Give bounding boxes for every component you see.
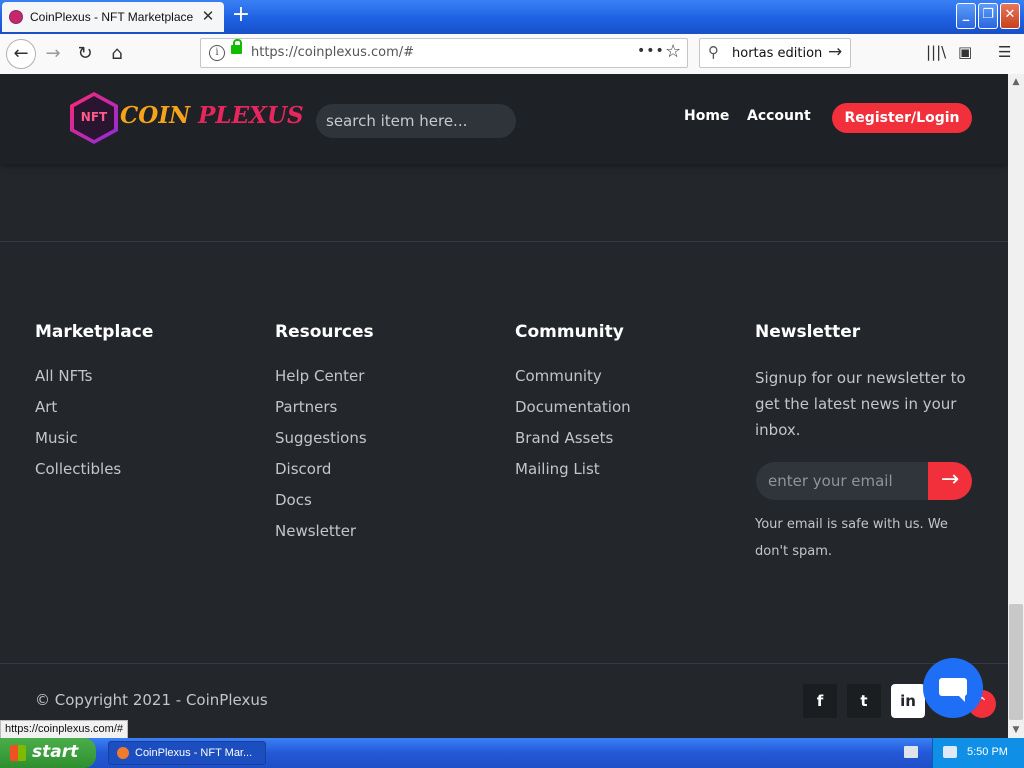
footer-link-collectibles[interactable]: Collectibles <box>35 460 121 478</box>
web-page: NFT COIN PLEXUS Home Account Register/Lo… <box>0 74 1008 738</box>
taskbar-firefox-task[interactable]: CoinPlexus - NFT Mar... <box>108 741 266 765</box>
forward-icon[interactable]: → <box>38 39 68 69</box>
register-login-button[interactable]: Register/Login <box>832 103 972 133</box>
copyright-text: © Copyright 2021 - CoinPlexus <box>35 691 268 709</box>
footer-title-community: Community <box>515 322 624 342</box>
newsletter-email-input[interactable] <box>756 462 930 500</box>
task-label: CoinPlexus - NFT Mar... <box>135 747 253 759</box>
browser-toolbar: ← → ↻ ⌂ i https://coinplexus.com/# ••• ☆… <box>0 34 1024 75</box>
library-icon[interactable]: |||\ <box>926 43 946 61</box>
browser-search-bar[interactable]: ⚲ hortas edition → <box>699 38 851 68</box>
footer-link-partners[interactable]: Partners <box>275 398 337 416</box>
close-tab-icon[interactable]: ✕ <box>200 7 216 25</box>
browser-search-query[interactable]: hortas edition <box>732 46 822 61</box>
site-search-input[interactable] <box>316 104 516 138</box>
back-icon[interactable]: ← <box>6 39 36 69</box>
windows-logo-icon <box>10 745 26 761</box>
logo-part-plexus: PLEXUS <box>198 102 304 129</box>
system-tray: 5:50 PM <box>932 738 1024 768</box>
footer-link-all-nfts[interactable]: All NFTs <box>35 367 92 385</box>
footer-link-mailing-list[interactable]: Mailing List <box>515 460 600 478</box>
minimize-window-button[interactable]: _ <box>956 3 976 29</box>
newsletter-privacy-note: Your email is safe with us. We don't spa… <box>755 517 948 559</box>
start-label: start <box>32 742 79 762</box>
menu-icon[interactable]: ☰ <box>998 43 1011 61</box>
footer-link-music[interactable]: Music <box>35 429 78 447</box>
footer-link-help-center[interactable]: Help Center <box>275 367 364 385</box>
site-header: NFT COIN PLEXUS Home Account Register/Lo… <box>0 74 1008 164</box>
logo-badge-text: NFT <box>80 110 108 124</box>
site-info-icon[interactable]: i <box>209 45 225 61</box>
newsletter-submit-arrow-icon[interactable]: → <box>928 462 972 500</box>
browser-titlebar: CoinPlexus - NFT Marketplace ✕ + _ ❐ ✕ <box>0 0 1024 34</box>
logo-part-coin: COIN <box>120 102 199 129</box>
search-icon: ⚲ <box>708 43 719 61</box>
keyboard-icon[interactable] <box>904 746 918 758</box>
footer-divider-top <box>0 241 1008 242</box>
nav-home-link[interactable]: Home <box>684 108 729 124</box>
footer-link-community[interactable]: Community <box>515 367 602 385</box>
facebook-icon[interactable]: f <box>803 684 837 718</box>
linkedin-icon[interactable]: in <box>891 684 925 718</box>
scroll-up-icon[interactable]: ▲ <box>1008 74 1024 90</box>
address-bar[interactable]: i https://coinplexus.com/# ••• ☆ <box>200 38 688 68</box>
tab-title: CoinPlexus - NFT Marketplace <box>30 10 194 24</box>
nav-account-link[interactable]: Account <box>747 108 811 124</box>
footer-link-documentation[interactable]: Documentation <box>515 398 631 416</box>
sidebar-icon[interactable]: ▣ <box>958 43 972 61</box>
lock-icon <box>231 39 242 54</box>
close-window-button[interactable]: ✕ <box>1000 3 1020 29</box>
chat-bubble-tail <box>957 694 965 702</box>
windows-taskbar: start CoinPlexus - NFT Mar... 5:50 PM <box>0 738 1024 768</box>
site-favicon-icon <box>10 11 22 23</box>
page-scrollbar[interactable]: ▲ ▼ <box>1008 74 1024 738</box>
status-bar-url: https://coinplexus.com/# <box>0 720 129 740</box>
footer-link-newsletter[interactable]: Newsletter <box>275 522 356 540</box>
newsletter-description: Signup for our newsletter to get the lat… <box>755 369 966 439</box>
maximize-window-button[interactable]: ❐ <box>978 3 998 29</box>
chat-widget-button[interactable] <box>923 658 983 718</box>
twitter-icon[interactable]: t <box>847 684 881 718</box>
new-tab-button[interactable]: + <box>230 2 252 30</box>
footer-divider-bottom <box>0 663 1008 664</box>
footer-title-newsletter: Newsletter <box>755 322 861 342</box>
footer-link-discord[interactable]: Discord <box>275 460 331 478</box>
scrollbar-thumb[interactable] <box>1009 604 1023 720</box>
scroll-down-icon[interactable]: ▼ <box>1008 722 1024 738</box>
url-text[interactable]: https://coinplexus.com/# <box>251 45 414 60</box>
footer-link-art[interactable]: Art <box>35 398 57 416</box>
reload-icon[interactable]: ↻ <box>70 39 100 69</box>
clock: 5:50 PM <box>967 746 1008 758</box>
footer-link-docs[interactable]: Docs <box>275 491 312 509</box>
firefox-icon <box>117 747 129 759</box>
footer-link-brand-assets[interactable]: Brand Assets <box>515 429 613 447</box>
browser-tab[interactable]: CoinPlexus - NFT Marketplace ✕ <box>2 2 224 32</box>
start-button[interactable]: start <box>0 738 96 768</box>
logo-wordmark[interactable]: COIN PLEXUS <box>120 102 304 129</box>
search-go-icon[interactable]: → <box>828 42 842 62</box>
page-actions-icon[interactable]: ••• <box>637 43 665 59</box>
home-icon[interactable]: ⌂ <box>102 39 132 69</box>
network-icon[interactable] <box>943 746 957 758</box>
bookmark-star-icon[interactable]: ☆ <box>665 41 681 62</box>
footer-title-marketplace: Marketplace <box>35 322 154 342</box>
footer-link-suggestions[interactable]: Suggestions <box>275 429 367 447</box>
footer-title-resources: Resources <box>275 322 374 342</box>
